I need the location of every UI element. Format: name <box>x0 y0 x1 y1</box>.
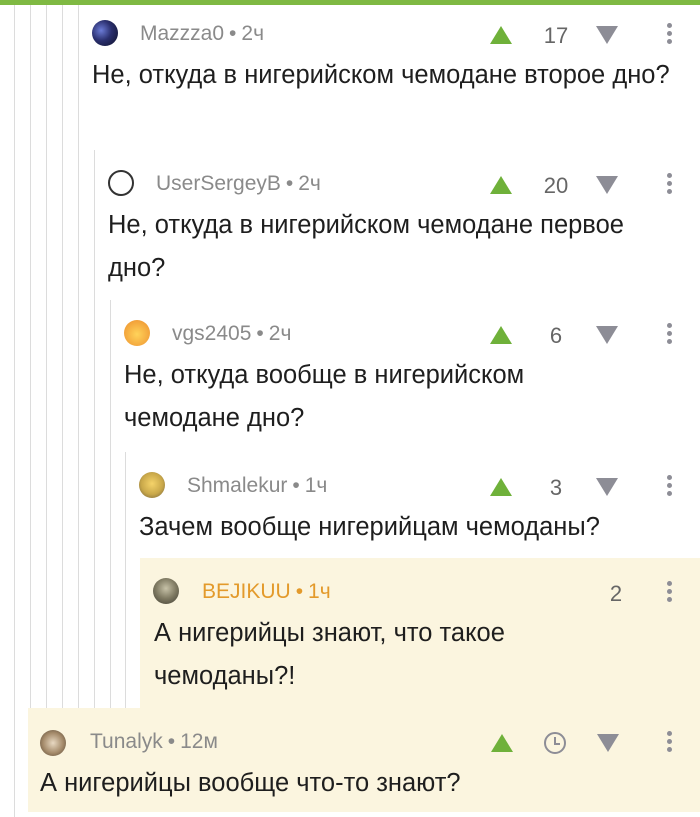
comment-time[interactable]: 2ч <box>241 22 264 45</box>
author-name[interactable]: Tunalyk <box>90 730 163 753</box>
comment-time[interactable]: 2ч <box>298 172 321 195</box>
downvote-icon[interactable] <box>596 26 618 44</box>
comment-time[interactable]: 1ч <box>305 474 328 497</box>
cat-avatar-icon[interactable] <box>40 730 66 756</box>
comment-time[interactable]: 12м <box>180 730 218 753</box>
comment-score: 3 <box>549 475 563 500</box>
comment-meta: Mazzza0 • 2ч <box>140 22 265 45</box>
comment-time[interactable]: 2ч <box>269 322 292 345</box>
comment-highlighted: Tunalyk • 12м А нигерийцы вообще что-то зн… <box>28 708 700 812</box>
comment-meta: vgs2405 • 2ч <box>172 322 292 345</box>
more-options-icon[interactable] <box>667 323 673 345</box>
comment-score: 2 <box>609 581 623 606</box>
comment-text: Не, откуда в нигерийском чемодане второе… <box>92 61 670 89</box>
thread-line <box>30 5 31 708</box>
comment: vgs2405 • 2ч 6 Не, откуда вообще в нигерий… <box>110 310 700 450</box>
author-name[interactable]: Mazzza0 <box>140 22 224 45</box>
emoji-avatar-icon[interactable] <box>124 320 150 346</box>
comment-text: А нигерийцы вообще что-то знают? <box>40 769 461 797</box>
upvote-icon[interactable] <box>490 176 512 194</box>
top-accent-bar <box>0 0 700 5</box>
photo-avatar-icon[interactable] <box>153 578 179 604</box>
author-name[interactable]: UserSergeyB <box>156 172 281 195</box>
comment-highlighted: BEJIKUU • 1ч 2 А нигерийцы знают, что тако… <box>140 558 700 708</box>
comment-score: 6 <box>549 323 563 348</box>
comment: UserSergeyB • 2ч 20 Не, откуда в нигерийск… <box>94 160 700 300</box>
comment-score: 17 <box>543 23 569 48</box>
comment-text: А нигерийцы знают, что такое чемоданы?! <box>154 619 505 690</box>
author-name[interactable]: BEJIKUU <box>202 580 291 603</box>
comment: Shmalekur • 1ч 3 Зачем вообще нигерийцам ч… <box>125 462 700 558</box>
downvote-icon[interactable] <box>597 734 619 752</box>
more-options-icon[interactable] <box>667 23 673 45</box>
clock-icon[interactable] <box>544 732 566 754</box>
downvote-icon[interactable] <box>596 176 618 194</box>
comment-text: Не, откуда вообще в нигерийском чемодане… <box>124 361 525 432</box>
downvote-icon[interactable] <box>596 478 618 496</box>
galaxy-avatar-icon[interactable] <box>92 20 118 46</box>
more-options-icon[interactable] <box>667 475 673 497</box>
more-options-icon[interactable] <box>667 731 673 753</box>
comment-meta: Shmalekur • 1ч <box>187 474 328 497</box>
thread-line <box>46 5 47 708</box>
author-name[interactable]: vgs2405 <box>172 322 251 345</box>
author-name[interactable]: Shmalekur <box>187 474 287 497</box>
thread-line <box>14 5 15 817</box>
wifi-avatar-icon[interactable] <box>108 170 134 196</box>
comment-meta: BEJIKUU • 1ч <box>202 580 331 603</box>
upvote-icon[interactable] <box>491 734 513 752</box>
upvote-icon[interactable] <box>490 478 512 496</box>
more-options-icon[interactable] <box>667 173 673 195</box>
comment-meta: UserSergeyB • 2ч <box>156 172 321 195</box>
thread-line <box>62 5 63 708</box>
comment-text: Не, откуда в нигерийском чемодане первое… <box>108 211 624 282</box>
comment-text: Зачем вообще нигерийцам чемоданы? <box>139 513 600 541</box>
comment-time[interactable]: 1ч <box>308 580 331 603</box>
downvote-icon[interactable] <box>596 326 618 344</box>
comment-score: 20 <box>543 173 569 198</box>
cartoon-avatar-icon[interactable] <box>139 472 165 498</box>
upvote-icon[interactable] <box>490 26 512 44</box>
comment: Mazzza0 • 2ч 17 Не, откуда в нигерийском ч… <box>78 10 700 150</box>
more-options-icon[interactable] <box>667 581 673 603</box>
comment-meta: Tunalyk • 12м <box>90 730 218 753</box>
upvote-icon[interactable] <box>490 326 512 344</box>
